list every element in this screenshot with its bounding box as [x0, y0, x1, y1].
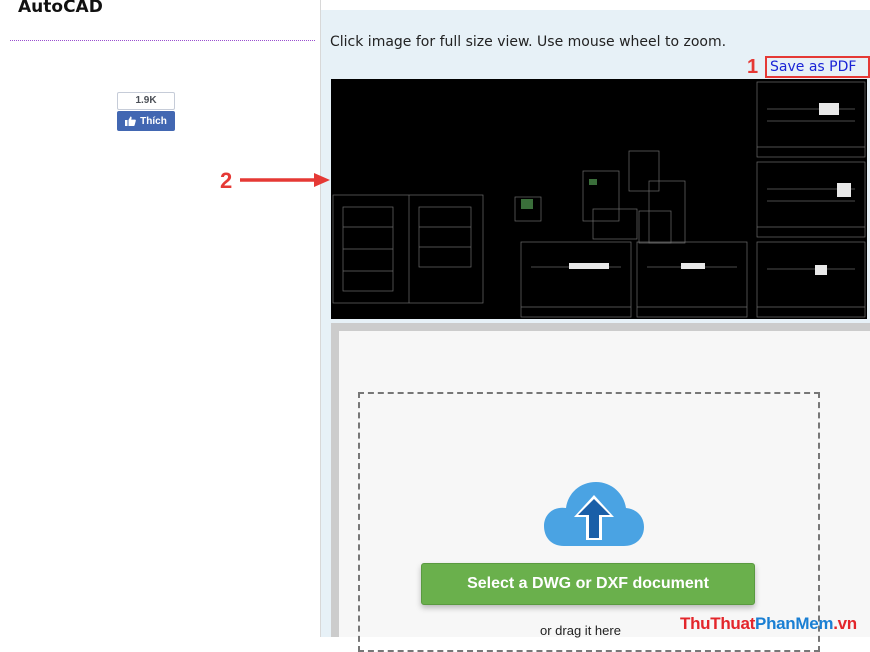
watermark-part-1: ThuThuat	[680, 614, 756, 633]
title-divider	[10, 40, 315, 41]
app-title: AutoCAD	[18, 0, 103, 17]
select-document-button[interactable]: Select a DWG or DXF document	[421, 563, 755, 605]
upload-panel: Select a DWG or DXF document or drag it …	[339, 331, 870, 652]
facebook-like-widget: 1.9K Thích	[117, 92, 175, 132]
arrow-right-icon	[240, 173, 330, 187]
upload-area: Select a DWG or DXF document or drag it …	[331, 323, 870, 652]
thumbs-up-icon	[125, 116, 137, 126]
like-button-label: Thích	[140, 115, 167, 127]
like-count: 1.9K	[117, 92, 175, 110]
cad-drawing-preview[interactable]	[331, 79, 867, 319]
watermark-part-3: .vn	[833, 614, 857, 633]
watermark-part-2: PhanMem	[755, 614, 834, 633]
annotation-marker-2: 2	[220, 168, 233, 193]
site-watermark: ThuThuatPhanMem.vn	[680, 614, 857, 634]
drag-instruction: or drag it here	[540, 623, 621, 638]
cloud-upload-icon	[544, 482, 644, 550]
left-sidebar: AutoCAD 1.9K Thích	[0, 0, 321, 637]
like-button[interactable]: Thích	[117, 111, 175, 131]
save-as-pdf-link[interactable]: Save as PDF	[765, 56, 870, 78]
cad-drawing-image	[331, 79, 867, 319]
annotation-marker-1: 1	[747, 56, 759, 78]
viewer-instruction: Click image for full size view. Use mous…	[330, 34, 727, 50]
